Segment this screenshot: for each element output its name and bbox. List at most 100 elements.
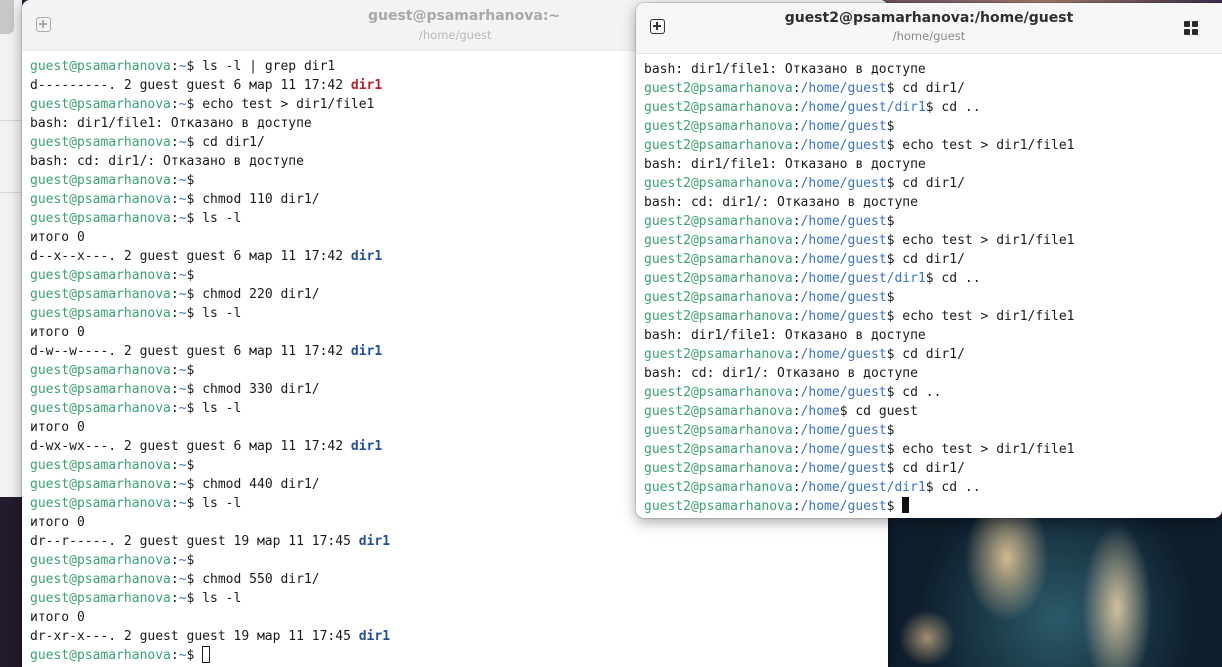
prompt-path: /home/guest: [800, 499, 887, 514]
terminal-text: $: [886, 119, 895, 134]
prompt-user-host: guest@psamarhanova: [30, 211, 171, 226]
prompt-path: ~: [178, 268, 187, 283]
prompt-path: ~: [178, 401, 187, 416]
prompt-path: /home/guest: [800, 252, 887, 267]
terminal-line: guest2@psamarhanova:/home/guest/dir1$ cd…: [644, 478, 1222, 497]
terminal-text: :: [170, 287, 179, 302]
terminal-line: bash: cd: dir1/: Отказано в доступе: [644, 193, 1222, 212]
prompt-user-host: guest@psamarhanova: [30, 306, 171, 321]
window-title: guest@psamarhanova:~: [368, 8, 561, 24]
wallpaper-artwork: [887, 518, 1222, 667]
terminal-text: $: [186, 173, 195, 188]
prompt-path: ~: [178, 97, 187, 112]
prompt-user-host: guest2@psamarhanova: [644, 252, 793, 267]
terminal-text: :: [170, 268, 179, 283]
terminal-text: :: [792, 499, 801, 514]
prompt-user-host: guest@psamarhanova: [30, 496, 171, 511]
terminal-text: итого 0: [30, 325, 85, 340]
terminal-line: bash: dir1/file1: Отказано в доступе: [644, 155, 1222, 174]
terminal-line: guest2@psamarhanova:/home/guest$ cd dir1…: [644, 250, 1222, 269]
prompt-user-host: guest@psamarhanova: [30, 648, 171, 663]
window-subtitle: /home/guest: [892, 29, 966, 43]
terminal-text: :: [170, 401, 179, 416]
terminal-text: :: [170, 458, 179, 473]
terminal-line: guest2@psamarhanova:/home/guest$ cd dir1…: [644, 345, 1222, 364]
prompt-path: ~: [178, 382, 187, 397]
terminal-text: d-w--w----. 2 guest guest 6 мар 11 17:42: [30, 344, 351, 359]
directory-name: dir1: [350, 439, 383, 454]
terminal-line: guest2@psamarhanova:/home/guest$: [644, 421, 1222, 440]
terminal-text: $ chmod 550 dir1/: [186, 572, 320, 587]
terminal-text: $ cd dir1/: [886, 176, 965, 191]
grid-menu-icon[interactable]: [1184, 21, 1198, 35]
prompt-path: ~: [178, 458, 187, 473]
terminal-text: :: [792, 214, 801, 229]
terminal-line: guest2@psamarhanova:/home/guest$: [644, 212, 1222, 231]
terminal-text: $ cd dir1/: [886, 81, 965, 96]
terminal-text: $ cd dir1/: [186, 135, 265, 150]
prompt-user-host: guest2@psamarhanova: [644, 233, 793, 248]
prompt-user-host: guest2@psamarhanova: [644, 499, 793, 514]
terminal-text: $ ls -l: [186, 496, 242, 511]
prompt-user-host: guest@psamarhanova: [30, 287, 171, 302]
prompt-path: /home/guest: [800, 233, 887, 248]
prompt-user-host: guest2@psamarhanova: [644, 214, 793, 229]
prompt-user-host: guest@psamarhanova: [30, 591, 171, 606]
terminal-text: итого 0: [30, 610, 85, 625]
terminal-text: $ chmod 110 dir1/: [186, 192, 320, 207]
prompt-path: /home/guest/dir1: [800, 480, 926, 495]
terminal-text: bash: cd: dir1/: Отказано в доступе: [644, 366, 918, 381]
terminal-text: $: [186, 648, 203, 663]
directory-name: dir1: [358, 534, 391, 549]
terminal-text: :: [792, 480, 801, 495]
terminal-text: :: [792, 176, 801, 191]
terminal-text: :: [792, 81, 801, 96]
terminal-text: :: [170, 59, 179, 74]
prompt-user-host: guest2@psamarhanova: [644, 119, 793, 134]
terminal-line: guest2@psamarhanova:/home/guest$ echo te…: [644, 231, 1222, 250]
terminal-text: :: [792, 309, 801, 324]
desktop-background: [0, 497, 22, 667]
prompt-path: ~: [178, 173, 187, 188]
terminal-line: guest@psamarhanova:~$ chmod 550 dir1/: [30, 570, 888, 589]
terminal-window-guest2[interactable]: guest2@psamarhanova:/home/guest /home/gu…: [636, 3, 1222, 518]
terminal-output[interactable]: bash: dir1/file1: Отказано в доступе gues…: [644, 60, 1222, 516]
prompt-path: ~: [178, 192, 187, 207]
terminal-text: $ cd dir1/: [886, 461, 965, 476]
divider: [0, 120, 22, 121]
prompt-user-host: guest2@psamarhanova: [644, 461, 793, 476]
terminal-line: dr-xr-x---. 2 guest guest 19 мар 11 17:4…: [30, 627, 888, 646]
terminal-text: $ ls -l: [186, 401, 242, 416]
prompt-user-host: guest@psamarhanova: [30, 553, 171, 568]
terminal-text: $ echo test > dir1/file1: [886, 233, 1075, 248]
terminal-line: guest2@psamarhanova:/home/guest$ echo te…: [644, 136, 1222, 155]
terminal-text: :: [170, 173, 179, 188]
prompt-path: /home/guest: [800, 347, 887, 362]
prompt-user-host: guest2@psamarhanova: [644, 290, 793, 305]
prompt-user-host: guest@psamarhanova: [30, 97, 171, 112]
terminal-line: guest2@psamarhanova:/home/guest$ cd ..: [644, 383, 1222, 402]
terminal-text: $ ls -l: [186, 211, 242, 226]
terminal-line: dr--r-----. 2 guest guest 19 мар 11 17:4…: [30, 532, 888, 551]
terminal-text: $: [886, 423, 895, 438]
terminal-text: bash: cd: dir1/: Отказано в доступе: [30, 154, 304, 169]
title-bar[interactable]: guest2@psamarhanova:/home/guest /home/gu…: [636, 3, 1222, 54]
terminal-text: :: [792, 233, 801, 248]
terminal-text: bash: dir1/file1: Отказано в доступе: [644, 157, 926, 172]
terminal-text: :: [170, 496, 179, 511]
terminal-text: :: [170, 382, 179, 397]
terminal-text: $: [186, 363, 195, 378]
prompt-path: /home/guest: [800, 119, 887, 134]
new-tab-icon[interactable]: [36, 17, 51, 32]
terminal-text: итого 0: [30, 515, 85, 530]
terminal-text: :: [792, 423, 801, 438]
window-title: guest2@psamarhanova:/home/guest: [784, 10, 1074, 26]
terminal-text: $ cd ..: [925, 100, 981, 115]
prompt-user-host: guest@psamarhanova: [30, 382, 171, 397]
terminal-text: d-wx-wx---. 2 guest guest 6 мар 11 17:42: [30, 439, 351, 454]
prompt-path: /home/guest: [800, 461, 887, 476]
terminal-line: guest2@psamarhanova:/home$ cd guest: [644, 402, 1222, 421]
directory-name: dir1: [358, 629, 391, 644]
prompt-user-host: guest2@psamarhanova: [644, 347, 793, 362]
terminal-line: guest2@psamarhanova:/home/guest$: [644, 288, 1222, 307]
